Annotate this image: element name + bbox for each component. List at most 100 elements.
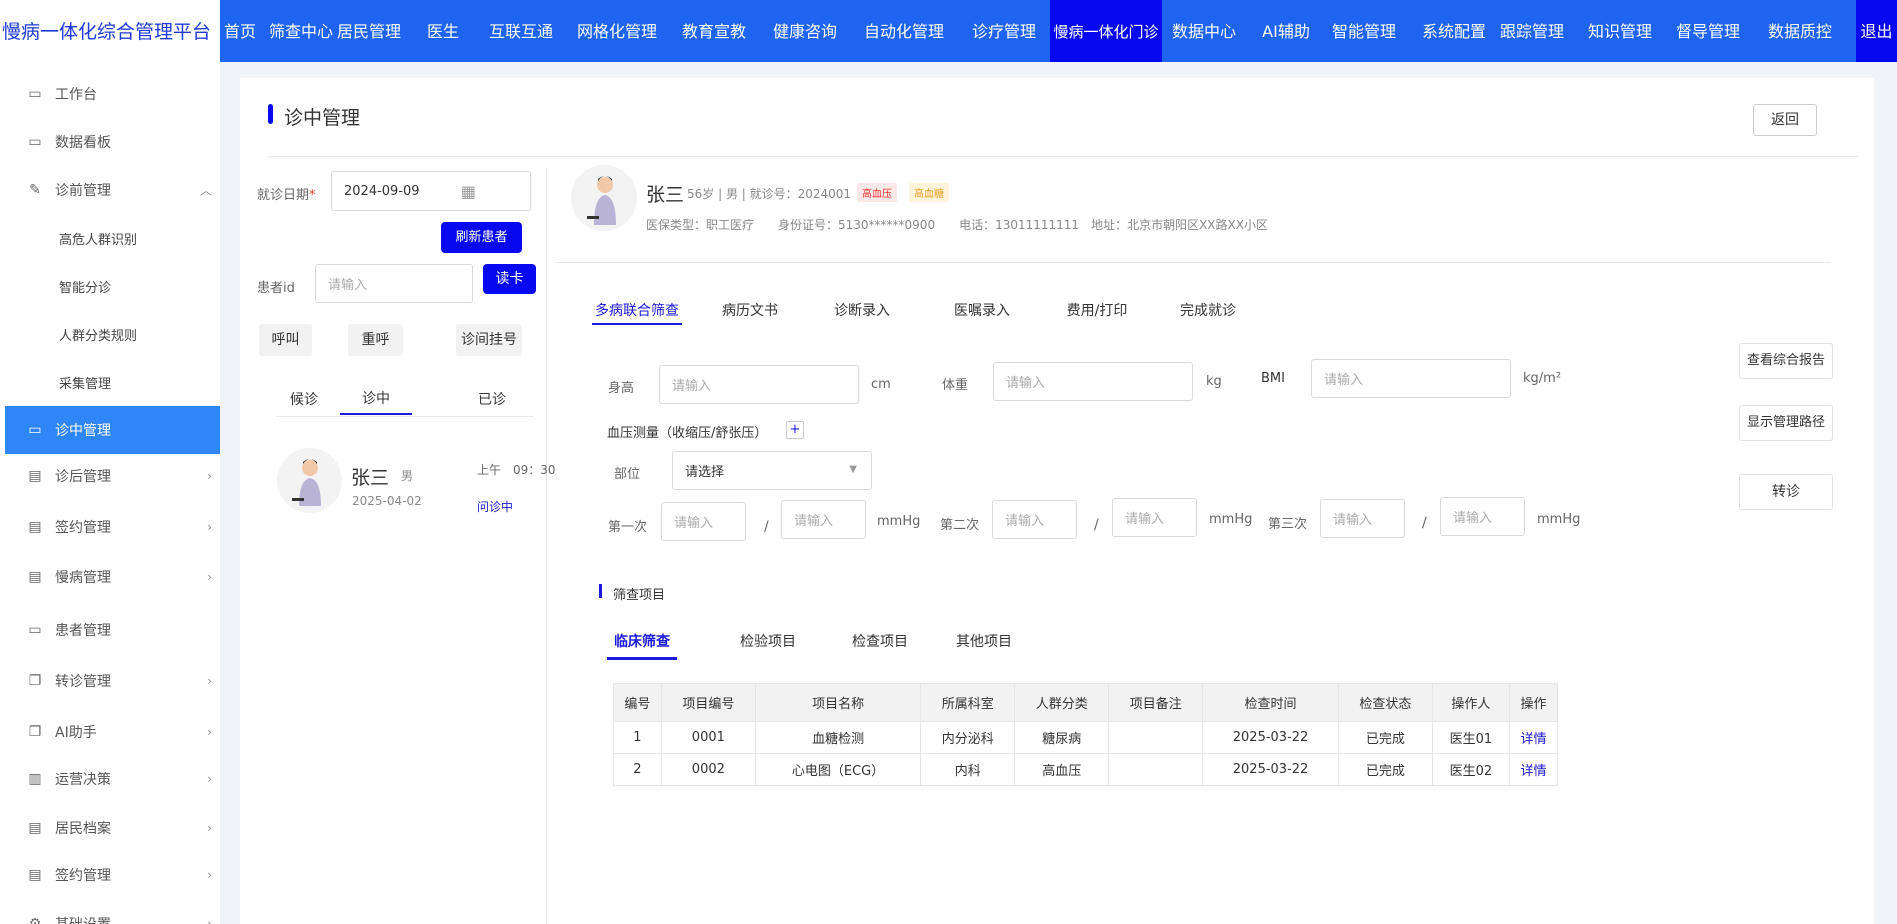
divider (556, 262, 1831, 263)
tab-diagnosis[interactable]: 诊断录入 (830, 300, 894, 320)
nav-treatment[interactable]: 诊疗管理 (966, 0, 1042, 62)
first-systolic-input[interactable]: 请输入 (661, 502, 746, 541)
exit-button[interactable]: 退出 (1856, 0, 1897, 62)
table-cell: 1 (613, 721, 662, 754)
nav-system[interactable]: 系统配置 (1416, 0, 1492, 62)
show-path-button[interactable]: 显示管理路径 (1739, 405, 1833, 441)
sidebar-item-referral[interactable]: ❐ 转诊管理 › (5, 657, 220, 705)
nav-screening[interactable]: 筛查中心 (268, 0, 334, 62)
sidebar-item-label: 诊中管理 (55, 423, 111, 439)
nav-interconnect[interactable]: 互联互通 (486, 0, 556, 62)
tab-other[interactable]: 其他项目 (952, 631, 1016, 651)
nav-home[interactable]: 首页 (222, 0, 258, 62)
nav-knowledge[interactable]: 知识管理 (1582, 0, 1658, 62)
bar-chart-icon: ▥ (28, 771, 42, 787)
patient-id-input[interactable]: 请输入 (315, 264, 473, 303)
visit-date-picker[interactable]: 2024-09-09 ▦ (331, 171, 531, 211)
recall-button[interactable]: 重呼 (348, 324, 403, 356)
table-cell: 医生01 (1431, 721, 1511, 754)
patient-meta: 56岁 | 男 | 就诊号：2024001 (687, 187, 852, 201)
nav-smart[interactable]: 智能管理 (1326, 0, 1402, 62)
sidebar-item-triage[interactable]: 智能分诊 (5, 262, 220, 310)
sidebar-item-dashboard[interactable]: ▭ 数据看板 (5, 118, 220, 166)
third-systolic-input[interactable]: 请输入 (1320, 499, 1405, 538)
second-diastolic-input[interactable]: 请输入 (1112, 498, 1197, 537)
tab-records[interactable]: 病历文书 (718, 300, 782, 320)
nav-quality[interactable]: 数据质控 (1762, 0, 1838, 62)
slash: / (1094, 517, 1099, 533)
weight-input[interactable]: 请输入 (993, 362, 1193, 401)
nav-consult[interactable]: 健康咨询 (768, 0, 842, 62)
nav-doctor[interactable]: 医生 (418, 0, 468, 62)
nav-chronic-clinic[interactable]: 慢病一体化门诊 (1050, 0, 1162, 62)
sidebar-item-post-visit[interactable]: ▤ 诊后管理 › (5, 452, 220, 500)
sidebar-item-high-risk[interactable]: 高危人群识别 (5, 214, 220, 262)
tab-waiting[interactable]: 候诊 (284, 389, 324, 409)
sidebar-item-label: 基础设置 (55, 914, 111, 924)
tab-orders[interactable]: 医嘱录入 (950, 300, 1014, 320)
weight-label: 体重 (942, 378, 969, 393)
tab-in-visit[interactable]: 诊中 (340, 388, 412, 408)
back-button[interactable]: 返回 (1753, 104, 1817, 136)
copy-icon: ❐ (28, 724, 42, 740)
table-cell: 内分泌科 (920, 721, 1016, 754)
read-card-button[interactable]: 读卡 (483, 264, 536, 294)
table-row: 1 0001 血糖检测 内分泌科 糖尿病 2025-03-22 已完成 医生01… (613, 721, 1558, 754)
nav-supervision[interactable]: 督导管理 (1670, 0, 1746, 62)
sidebar-item-workbench[interactable]: ▭ 工作台 (5, 70, 220, 118)
screening-title: 筛查项目 (613, 588, 666, 603)
height-input[interactable]: 请输入 (659, 365, 859, 404)
sidebar-item-pre-visit[interactable]: ✎ 诊前管理 ︿ (5, 166, 220, 214)
sidebar-item-operations[interactable]: ▥ 运营决策 › (5, 755, 220, 803)
nav-grid[interactable]: 网格化管理 (574, 0, 660, 62)
add-bp-button[interactable]: + (786, 421, 804, 439)
sidebar-item-rules[interactable]: 人群分类规则 (5, 310, 220, 358)
nav-residents[interactable]: 居民管理 (336, 0, 402, 62)
nav-tracking[interactable]: 跟踪管理 (1494, 0, 1570, 62)
monitor-icon: ▭ (28, 134, 42, 150)
register-button[interactable]: 诊间挂号 (456, 324, 522, 356)
details-link[interactable]: 详情 (1509, 753, 1558, 786)
tab-done[interactable]: 已诊 (472, 389, 512, 409)
tab-clinical[interactable]: 临床筛查 (607, 631, 677, 651)
nav-automation[interactable]: 自动化管理 (858, 0, 950, 62)
tab-billing[interactable]: 费用/打印 (1062, 300, 1132, 320)
tab-underline (607, 657, 677, 660)
details-link[interactable]: 详情 (1509, 721, 1558, 754)
referral-button[interactable]: 转诊 (1739, 474, 1833, 510)
tab-lab[interactable]: 检验项目 (736, 631, 800, 651)
second-systolic-input[interactable]: 请输入 (992, 500, 1077, 539)
tab-finish[interactable]: 完成就诊 (1176, 300, 1240, 320)
nav-education[interactable]: 教育宣教 (676, 0, 752, 62)
chevron-right-icon: › (207, 772, 212, 786)
bmi-input[interactable]: 请输入 (1311, 359, 1511, 398)
calendar-icon[interactable]: ▦ (461, 182, 476, 201)
sidebar-item-chronic[interactable]: ▤ 慢病管理 › (5, 553, 220, 601)
divider (268, 156, 1858, 157)
third-diastolic-input[interactable]: 请输入 (1440, 497, 1525, 536)
sidebar-item-label: 签约管理 (55, 868, 111, 884)
tab-multi-screening[interactable]: 多病联合筛查 (592, 300, 682, 320)
refresh-patients-button[interactable]: 刷新患者 (441, 222, 522, 253)
tab-exam[interactable]: 检查项目 (848, 631, 912, 651)
gear-icon: ⚙ (28, 916, 42, 924)
sidebar-item-patients[interactable]: ▭ 患者管理 (5, 606, 220, 654)
first-diastolic-input[interactable]: 请输入 (781, 500, 866, 539)
view-report-button[interactable]: 查看综合报告 (1739, 343, 1833, 379)
site-select[interactable]: 请选择 ▼ (672, 451, 872, 490)
nav-data-center[interactable]: 数据中心 (1166, 0, 1242, 62)
table-cell: 已完成 (1337, 753, 1433, 786)
sidebar-item-ai[interactable]: ❐ AI助手 › (5, 708, 220, 756)
sidebar-item-contract[interactable]: ▤ 签约管理 › (5, 503, 220, 551)
table-cell: 血糖检测 (754, 721, 922, 754)
copy-icon: ❐ (28, 673, 42, 689)
nav-ai[interactable]: AI辅助 (1254, 0, 1318, 62)
sidebar-item-collection[interactable]: 采集管理 (5, 358, 220, 406)
call-button[interactable]: 呼叫 (259, 324, 312, 356)
sidebar-item-contract-2[interactable]: ▤ 签约管理 › (5, 851, 220, 899)
chevron-right-icon: › (207, 917, 212, 924)
sidebar-item-settings[interactable]: ⚙ 基础设置 › (5, 900, 220, 924)
sidebar-item-archives[interactable]: ▤ 居民档案 › (5, 804, 220, 852)
sidebar-item-in-visit[interactable]: ▭ 诊中管理 (5, 406, 220, 454)
tag-hyperglycemia: 高血糖 (909, 183, 949, 202)
